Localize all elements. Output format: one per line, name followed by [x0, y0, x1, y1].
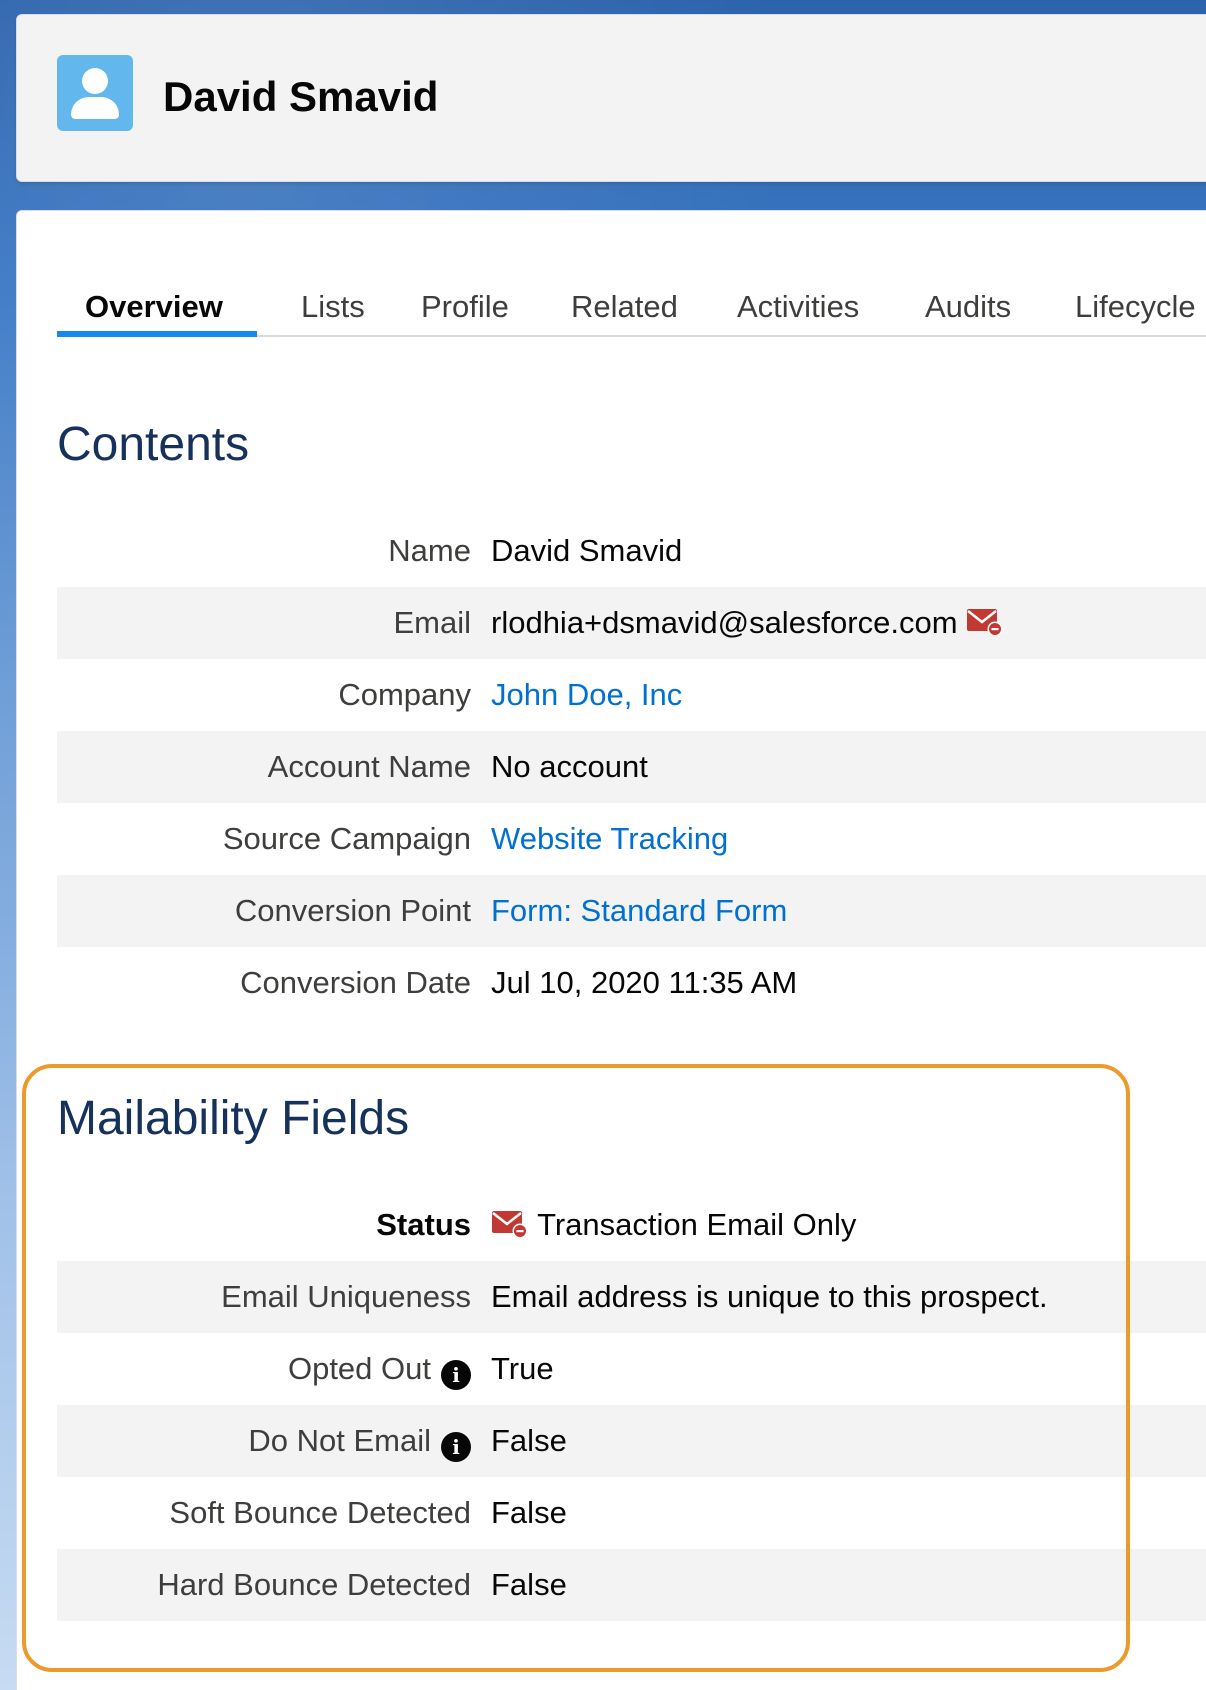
record-title: David Smavid: [163, 73, 439, 120]
tab-bar: Overview Lists Profile Related Activitie…: [57, 271, 1206, 337]
field-label: Email: [393, 605, 471, 640]
field-row-hard-bounce: Hard Bounce Detected False: [57, 1549, 1206, 1621]
info-icon[interactable]: i: [441, 1360, 471, 1390]
record-detail-card: Overview Lists Profile Related Activitie…: [16, 210, 1206, 1690]
email-value: rlodhia+dsmavid@salesforce.com: [491, 605, 958, 640]
field-value: True: [491, 1351, 554, 1386]
field-value: David Smavid: [491, 533, 683, 568]
field-row-conversion-date: Conversion Date Jul 10, 2020 11:35 AM: [57, 947, 1206, 1019]
tab-profile[interactable]: Profile: [421, 289, 509, 325]
mail-blocked-icon: [966, 605, 1004, 645]
field-row-soft-bounce: Soft Bounce Detected False: [57, 1477, 1206, 1549]
field-label: Account Name: [267, 749, 471, 784]
field-row-account-name: Account Name No account: [57, 731, 1206, 803]
tab-activities[interactable]: Activities: [737, 289, 859, 325]
field-value: False: [491, 1423, 567, 1458]
source-campaign-link[interactable]: Website Tracking: [491, 821, 728, 857]
field-row-do-not-email: Do Not Email i False: [57, 1405, 1206, 1477]
status-value: Transaction Email Only: [537, 1207, 857, 1242]
field-label: Soft Bounce Detected: [169, 1495, 471, 1530]
conversion-point-link[interactable]: Form: Standard Form: [491, 893, 787, 929]
info-icon[interactable]: i: [441, 1432, 471, 1462]
field-row-conversion-point: Conversion Point Form: Standard Form: [57, 875, 1206, 947]
tab-lifecycle[interactable]: Lifecycle: [1075, 289, 1196, 325]
tab-audits[interactable]: Audits: [925, 289, 1011, 325]
field-value: Email address is unique to this prospect…: [491, 1279, 1048, 1314]
record-header: David Smavid: [16, 14, 1206, 182]
field-label-with-info: Do Not Email i: [248, 1423, 471, 1462]
field-value: False: [491, 1567, 567, 1602]
tab-related[interactable]: Related: [571, 289, 678, 325]
field-label: Conversion Point: [234, 893, 471, 928]
field-label: Do Not Email: [248, 1423, 431, 1458]
tab-lists[interactable]: Lists: [301, 289, 365, 325]
field-label: Company: [338, 677, 471, 712]
field-row-company: Company John Doe, Inc: [57, 659, 1206, 731]
contents-heading: Contents: [57, 418, 250, 471]
mailability-heading: Mailability Fields: [57, 1092, 410, 1145]
field-row-status: Status Transaction Email Only: [57, 1189, 1206, 1261]
field-label: Opted Out: [287, 1351, 431, 1386]
field-value: False: [491, 1495, 567, 1530]
field-label: Source Campaign: [222, 821, 471, 856]
field-value: rlodhia+dsmavid@salesforce.com: [491, 605, 1004, 645]
field-label: Email Uniqueness: [221, 1279, 471, 1314]
field-value: Transaction Email Only: [491, 1207, 856, 1247]
field-row-source-campaign: Source Campaign Website Tracking: [57, 803, 1206, 875]
field-value: Jul 10, 2020 11:35 AM: [491, 965, 798, 1000]
field-label: Status: [376, 1207, 471, 1242]
active-tab-indicator: [57, 331, 257, 337]
field-row-name: Name David Smavid: [57, 515, 1206, 587]
company-link[interactable]: John Doe, Inc: [491, 677, 682, 713]
user-icon: [57, 55, 133, 131]
mail-blocked-icon: [491, 1207, 529, 1247]
field-row-opted-out: Opted Out i True: [57, 1333, 1206, 1405]
field-label: Name: [388, 533, 471, 568]
field-row-email: Email rlodhia+dsmavid@salesforce.com: [57, 587, 1206, 659]
field-label: Conversion Date: [240, 965, 471, 1000]
field-label-with-info: Opted Out i: [288, 1351, 471, 1390]
field-value: No account: [491, 749, 648, 784]
tab-overview[interactable]: Overview: [85, 289, 223, 325]
field-row-email-uniqueness: Email Uniqueness Email address is unique…: [57, 1261, 1206, 1333]
field-label: Hard Bounce Detected: [157, 1567, 471, 1602]
